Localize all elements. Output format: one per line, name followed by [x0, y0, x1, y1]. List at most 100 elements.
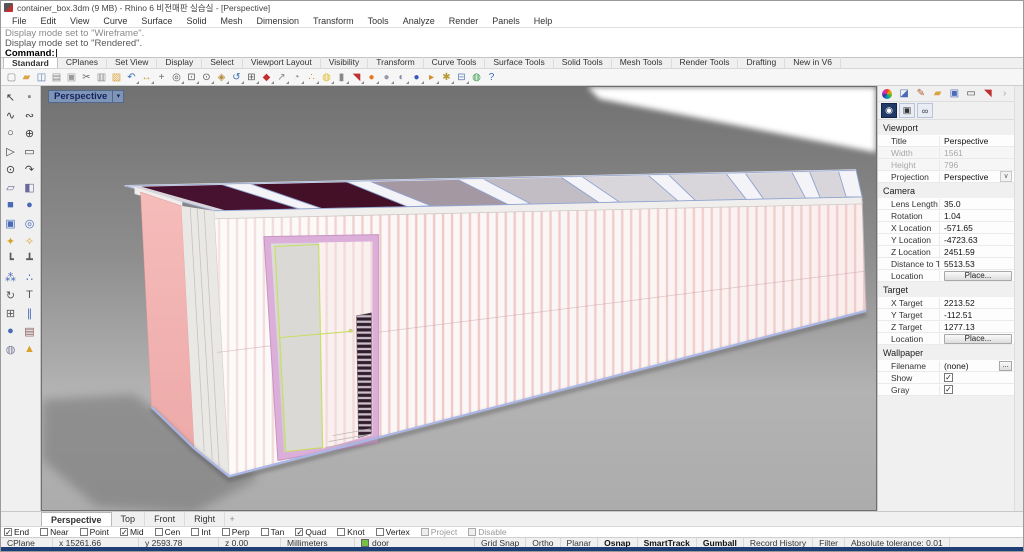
- checkbox-unchecked[interactable]: [40, 528, 49, 536]
- toolbar-tab-mesh-tools[interactable]: Mesh Tools: [612, 57, 672, 68]
- copy-icon[interactable]: ▥: [94, 70, 109, 85]
- point-cloud-icon[interactable]: ∴: [304, 70, 319, 85]
- pan-icon[interactable]: ↔: [139, 70, 154, 85]
- property-value[interactable]: 1561: [944, 148, 963, 158]
- four-viewports-icon[interactable]: ⊞: [244, 70, 259, 85]
- circle-icon[interactable]: ○: [1, 124, 20, 142]
- menu-item-surface[interactable]: Surface: [134, 16, 179, 26]
- paste-icon[interactable]: ▨: [109, 70, 124, 85]
- property-value[interactable]: 1277.13: [944, 322, 975, 332]
- osnap-toggle-project[interactable]: Project: [420, 527, 457, 537]
- toolbar-tab-standard[interactable]: Standard: [3, 57, 58, 68]
- checkbox-checked[interactable]: ✓: [944, 385, 953, 394]
- surface-plane-icon[interactable]: ▱: [1, 178, 20, 196]
- sphere-icon[interactable]: ●: [20, 196, 39, 214]
- open-file-icon[interactable]: ▰: [19, 70, 34, 85]
- checkbox-checked[interactable]: ✓: [119, 528, 128, 537]
- properties-tab-icon[interactable]: [881, 87, 894, 100]
- status-absolute-tolerance-0-01[interactable]: Absolute tolerance: 0.01: [845, 538, 950, 547]
- property-value[interactable]: Perspective: [944, 136, 988, 146]
- toolbar-tab-cplanes[interactable]: CPlanes: [58, 57, 107, 68]
- checkbox-unchecked[interactable]: [420, 528, 429, 536]
- menu-item-analyze[interactable]: Analyze: [396, 16, 442, 26]
- dropdown-chevron-icon[interactable]: ∨: [1000, 171, 1012, 182]
- toolbar-tab-surface-tools[interactable]: Surface Tools: [485, 57, 554, 68]
- shaded-sphere-icon[interactable]: ●: [379, 70, 394, 85]
- surface-patch-icon[interactable]: ◧: [20, 178, 39, 196]
- status-osnap[interactable]: Osnap: [598, 538, 638, 547]
- help-icon[interactable]: ?: [484, 70, 499, 85]
- place-button[interactable]: Place...: [944, 333, 1012, 344]
- fillet-edge-icon[interactable]: ┗: [1, 250, 20, 268]
- stack-icon[interactable]: ▤: [20, 322, 39, 340]
- print-icon[interactable]: ▤: [49, 70, 64, 85]
- status-z-0-00[interactable]: z 0.00: [219, 538, 281, 547]
- zoom-extents-icon[interactable]: ◈: [214, 70, 229, 85]
- layer-disk-icon[interactable]: ●: [1, 322, 20, 340]
- menu-item-dimension[interactable]: Dimension: [249, 16, 306, 26]
- camera-subtab-icon[interactable]: ◉: [881, 103, 897, 118]
- checkbox-checked[interactable]: ✓: [944, 373, 953, 382]
- viewport-props-subtab-icon[interactable]: ▣: [899, 103, 915, 118]
- viewport-tab-perspective[interactable]: Perspective: [41, 512, 112, 526]
- checkbox-checked[interactable]: ✓: [4, 528, 12, 537]
- rounded-box-icon[interactable]: ▣: [1, 214, 20, 232]
- menu-item-tools[interactable]: Tools: [361, 16, 396, 26]
- shade-icon[interactable]: ▲: [20, 340, 39, 358]
- libraries-tab-icon[interactable]: ▰: [931, 87, 944, 100]
- zoom-window-icon[interactable]: ⊡: [184, 70, 199, 85]
- menu-item-view[interactable]: View: [63, 16, 96, 26]
- viewport-tab-right[interactable]: Right: [185, 512, 226, 526]
- toolbar-tab-viewport-layout[interactable]: Viewport Layout: [243, 57, 321, 68]
- checkbox-unchecked[interactable]: [221, 528, 230, 536]
- checkbox-unchecked[interactable]: [79, 528, 88, 536]
- interpolate-curve-icon[interactable]: ∾: [20, 106, 39, 124]
- add-viewport-tab-icon[interactable]: +: [225, 512, 239, 526]
- render-icon[interactable]: ◥: [349, 70, 364, 85]
- point-icon[interactable]: ⊙: [1, 160, 20, 178]
- menu-item-mesh[interactable]: Mesh: [213, 16, 249, 26]
- osnap-toggle-disable[interactable]: Disable: [468, 527, 507, 537]
- property-value[interactable]: 1.04: [944, 211, 961, 221]
- menu-item-curve[interactable]: Curve: [96, 16, 134, 26]
- toolbar-tab-solid-tools[interactable]: Solid Tools: [554, 57, 612, 68]
- osnap-toggle-point[interactable]: Point: [79, 527, 109, 537]
- rendered-sphere-icon[interactable]: ●: [409, 70, 424, 85]
- property-value[interactable]: 5513.53: [944, 259, 975, 269]
- osnap-toggle-mid[interactable]: ✓ Mid: [119, 527, 144, 537]
- rotate-icon[interactable]: ↻: [1, 286, 20, 304]
- select-pointer-icon[interactable]: ↖: [1, 88, 20, 106]
- checkbox-unchecked[interactable]: [337, 528, 346, 536]
- property-value[interactable]: 35.0: [944, 199, 961, 209]
- zoom-dynamic-icon[interactable]: ⊙: [199, 70, 214, 85]
- explode-icon[interactable]: ⁂: [1, 268, 20, 286]
- toolbar-tab-set-view[interactable]: Set View: [107, 57, 158, 68]
- status-record-history[interactable]: Record History: [744, 538, 814, 547]
- text-icon[interactable]: T: [20, 286, 39, 304]
- toolbar-tab-new-in-v6[interactable]: New in V6: [785, 57, 841, 68]
- osnap-toggle-knot[interactable]: Knot: [337, 527, 365, 537]
- ghosted-sphere-icon[interactable]: ◐: [394, 70, 409, 85]
- status-door[interactable]: door: [355, 538, 475, 547]
- menu-item-file[interactable]: File: [5, 16, 34, 26]
- materials-tab-icon[interactable]: ✎: [915, 87, 928, 100]
- status-y-2593-78[interactable]: y 2593.78: [139, 538, 219, 547]
- render-preview-icon[interactable]: ●: [364, 70, 379, 85]
- rendering-tab-icon[interactable]: ▣: [948, 87, 961, 100]
- render-car-icon[interactable]: ◆: [259, 70, 274, 85]
- menu-item-help[interactable]: Help: [527, 16, 560, 26]
- osnap-toggle-cen[interactable]: Cen: [154, 527, 180, 537]
- toolbar-tab-display[interactable]: Display: [157, 57, 203, 68]
- join-icon[interactable]: ∴: [20, 268, 39, 286]
- link-subtab-icon[interactable]: ∞: [917, 103, 933, 118]
- boolean-difference-icon[interactable]: ✧: [20, 232, 39, 250]
- osnap-toggle-int[interactable]: Int: [191, 527, 211, 537]
- place-button[interactable]: Place...: [944, 270, 1012, 281]
- command-area[interactable]: Display mode set to "Wireframe". Display…: [1, 27, 1023, 59]
- viewport-perspective[interactable]: Perspective ▾: [41, 86, 877, 511]
- chamfer-edge-icon[interactable]: ┻: [20, 250, 39, 268]
- status-ortho[interactable]: Ortho: [526, 538, 561, 547]
- viewport-menu-dropdown[interactable]: ▾: [113, 90, 125, 103]
- property-value[interactable]: 2213.52: [944, 298, 975, 308]
- undo-view-icon[interactable]: ↺: [229, 70, 244, 85]
